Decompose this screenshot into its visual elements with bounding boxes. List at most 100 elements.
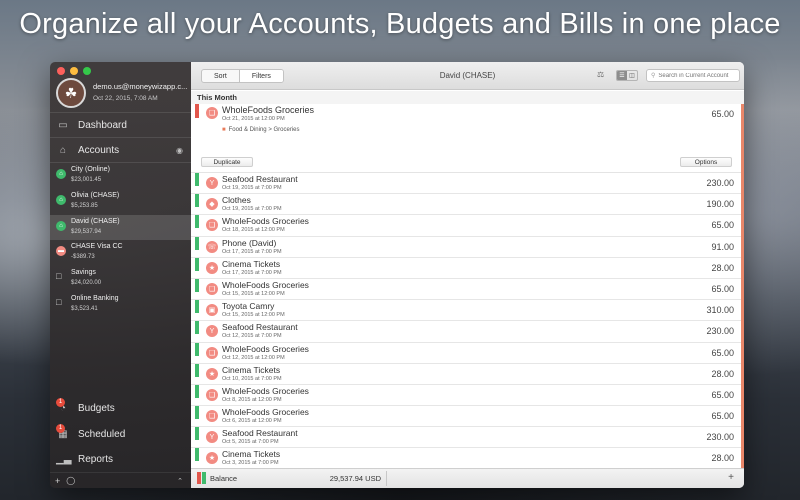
transaction-date: Oct 17, 2015 at 7:00 PM bbox=[222, 248, 282, 255]
transaction-category[interactable]: ■ Food & Dining > Groceries bbox=[222, 127, 300, 133]
bank-icon: ⌂ bbox=[56, 169, 66, 179]
credit-card-icon: ▬ bbox=[56, 246, 66, 257]
columns-view-icon[interactable]: ◫ bbox=[627, 71, 637, 80]
account-name: CHASE Visa CC bbox=[71, 243, 123, 251]
duplicate-button[interactable]: Duplicate bbox=[201, 157, 253, 167]
account-item[interactable]: ⌂ David (CHASE) $29,537.94 bbox=[50, 214, 191, 240]
toolbar: Sort Filters David (CHASE) ⚖ ☰ ◫ ⚲ bbox=[191, 62, 744, 90]
table-row[interactable]: ☏ Phone (David) Oct 17, 2015 at 7:00 PM 91.… bbox=[191, 236, 744, 258]
table-row[interactable]: Y Seafood Restaurant Oct 12, 2015 at 7:00 … bbox=[191, 321, 744, 343]
table-row[interactable]: ❑ WholeFoods Groceries Oct 12, 2015 at 12:… bbox=[191, 342, 744, 364]
transaction-title: Seafood Restaurant bbox=[222, 174, 298, 184]
scales-icon[interactable]: ⚖ bbox=[597, 70, 604, 79]
scheduled-badge: 1 bbox=[56, 423, 65, 433]
zoom-window-button[interactable] bbox=[83, 67, 91, 75]
scroll-accent bbox=[741, 104, 744, 468]
transaction-title: WholeFoods Groceries bbox=[222, 407, 309, 418]
transaction-date: Oct 17, 2015 at 7:00 PM bbox=[222, 269, 282, 276]
transaction-title: Phone (David) bbox=[222, 237, 277, 248]
status-flag bbox=[195, 342, 199, 356]
status-flag bbox=[195, 448, 199, 462]
transaction-title: WholeFoods Groceries bbox=[222, 343, 309, 354]
table-row[interactable]: Y Seafood Restaurant Oct 5, 2015 at 7:00 P… bbox=[191, 427, 744, 449]
basket-icon: ❑ bbox=[206, 388, 218, 401]
transaction-date: Oct 12, 2015 at 12:00 PM bbox=[222, 354, 285, 361]
sidebar: ☘ demo.us@moneywizapp.c... Oct 22, 2015,… bbox=[50, 62, 191, 488]
sidebar-item-reports[interactable]: ▁▃ Reports bbox=[50, 448, 191, 470]
table-row[interactable]: ❑ WholeFoods Groceries Oct 15, 2015 at 12:… bbox=[191, 278, 744, 301]
minimize-window-button[interactable] bbox=[70, 67, 78, 75]
pie-chart-icon: ◔ 1 bbox=[56, 397, 70, 414]
transaction-date: Oct 15, 2015 at 12:00 PM bbox=[222, 312, 285, 319]
table-row[interactable]: Y Seafood Restaurant Oct 19, 2015 at 7:00 … bbox=[191, 173, 744, 195]
eye-icon[interactable]: ◉ bbox=[176, 146, 183, 155]
close-window-button[interactable] bbox=[57, 67, 65, 75]
toggle-icon[interactable]: ◯ bbox=[66, 476, 75, 485]
account-item[interactable]: □ Online Banking $3,523.41 bbox=[50, 292, 191, 317]
transaction-date: Oct 12, 2015 at 7:00 PM bbox=[222, 333, 282, 340]
status-flag bbox=[195, 104, 199, 118]
sidebar-item-label: Reports bbox=[78, 453, 114, 465]
table-row[interactable]: ▣ Toyota Camry Oct 15, 2015 at 12:00 PM 310… bbox=[191, 300, 744, 322]
status-flag bbox=[195, 427, 199, 441]
balance-label: Balance bbox=[210, 474, 238, 483]
view-mode-toggle[interactable]: ☰ ◫ bbox=[616, 70, 638, 81]
cocktail-glass-icon: Y bbox=[206, 431, 218, 444]
budgets-badge: 1 bbox=[56, 397, 65, 407]
table-row[interactable]: ★ Cinema Tickets Oct 3, 2015 at 7:00 PM 28.… bbox=[191, 448, 744, 470]
table-row[interactable]: ◆ Clothes Oct 19, 2015 at 7:00 PM 190.00 bbox=[191, 194, 744, 216]
account-item[interactable]: ▬ CHASE Visa CC -$389.73 bbox=[50, 240, 191, 265]
list-view-icon[interactable]: ☰ bbox=[617, 71, 627, 80]
footer-divider bbox=[386, 471, 387, 486]
account-balance: $29,537.94 bbox=[71, 228, 102, 235]
search-field[interactable]: ⚲ bbox=[646, 69, 740, 82]
transaction-title: Toyota Camry bbox=[222, 301, 275, 312]
balance-footer: Balance 29,537.94 USD + bbox=[191, 468, 744, 488]
account-item[interactable]: ⌂ Olivia (CHASE) $5,253.85 bbox=[50, 189, 191, 214]
account-name: David (CHASE) bbox=[71, 217, 120, 225]
sidebar-item-label: Budgets bbox=[78, 402, 115, 414]
status-flag bbox=[195, 406, 199, 420]
status-flag bbox=[195, 194, 199, 208]
table-row[interactable]: ❑ WholeFoods Groceries Oct 8, 2015 at 12:0… bbox=[191, 384, 744, 407]
transaction-amount: 230.00 bbox=[706, 178, 734, 188]
account-item[interactable]: □ Savings $24,020.00 bbox=[50, 266, 191, 291]
transaction-date: Oct 19, 2015 at 7:00 PM bbox=[222, 185, 282, 191]
balance-value: 29,537.94 USD bbox=[329, 474, 381, 483]
bar-chart-icon: ▁▃ bbox=[56, 453, 72, 465]
bank-icon: ⌂ bbox=[59, 144, 67, 156]
category-label: Food & Dining > Groceries bbox=[228, 127, 300, 133]
table-row[interactable]: ★ Cinema Tickets Oct 10, 2015 at 7:00 PM 28… bbox=[191, 363, 744, 385]
transaction-amount: 28.00 bbox=[711, 262, 734, 273]
account-name: City (Online) bbox=[71, 166, 110, 173]
table-row[interactable]: ★ Cinema Tickets Oct 17, 2015 at 7:00 PM 28… bbox=[191, 257, 744, 279]
transaction-amount: 91.00 bbox=[711, 241, 734, 252]
search-icon: ⚲ bbox=[651, 73, 656, 79]
transaction-amount: 310.00 bbox=[706, 305, 734, 316]
options-button[interactable]: Options bbox=[680, 157, 732, 167]
app-window: ☘ demo.us@moneywizapp.c... Oct 22, 2015,… bbox=[50, 62, 744, 488]
transaction-list: Y Seafood Restaurant Oct 19, 2015 at 7:00 … bbox=[191, 173, 744, 470]
sidebar-item-scheduled[interactable]: ▦ 1 Scheduled bbox=[50, 423, 191, 445]
table-row[interactable]: ❑ WholeFoods Groceries Oct 18, 2015 at 12:… bbox=[191, 215, 744, 237]
chevron-up-icon[interactable]: ⌃ bbox=[177, 477, 183, 485]
status-flag bbox=[195, 173, 199, 186]
account-item[interactable]: ⌂ City (Online) $23,001.45 bbox=[50, 163, 191, 188]
phone-icon: ☏ bbox=[206, 240, 218, 253]
sidebar-item-accounts[interactable]: ⌂ Accounts ◉ bbox=[50, 139, 191, 161]
sidebar-item-budgets[interactable]: ◔ 1 Budgets bbox=[50, 397, 191, 419]
cocktail-glass-icon: Y bbox=[206, 325, 218, 338]
search-input[interactable] bbox=[658, 72, 739, 79]
user-email: demo.us@moneywizapp.c... bbox=[93, 82, 188, 91]
transaction-title: WholeFoods Groceries bbox=[222, 216, 309, 227]
sidebar-item-dashboard[interactable]: ▭ Dashboard bbox=[50, 114, 191, 136]
add-account-icon[interactable]: + bbox=[55, 476, 60, 486]
expanded-transaction[interactable]: ❑ WholeFoods Groceries Oct 21, 2015 at 1… bbox=[191, 104, 744, 173]
add-transaction-icon[interactable]: + bbox=[728, 472, 734, 483]
sidebar-item-label: Scheduled bbox=[78, 428, 126, 440]
transaction-title: Seafood Restaurant bbox=[222, 428, 298, 439]
table-row[interactable]: ❑ WholeFoods Groceries Oct 6, 2015 at 12:0… bbox=[191, 406, 744, 428]
star-icon: ★ bbox=[206, 452, 218, 465]
status-flag bbox=[195, 384, 199, 398]
transaction-amount: 28.00 bbox=[711, 453, 734, 464]
